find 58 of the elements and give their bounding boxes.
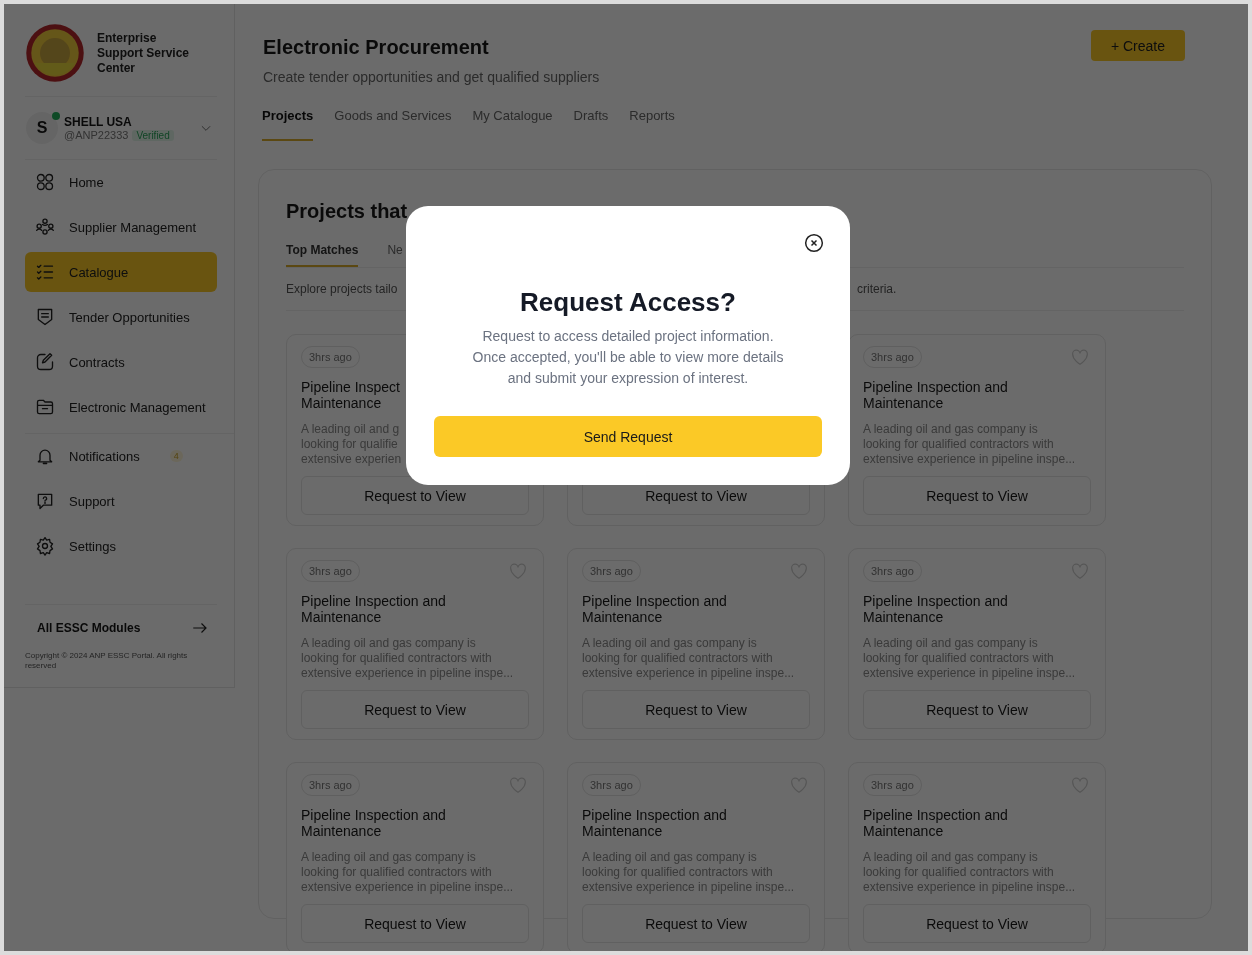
request-button[interactable]: Request to View [301,904,529,943]
card-title: Pipeline Inspection and Maintenance [582,807,728,839]
section-heading: Projects that [286,200,409,224]
intro-text: criteria. [857,282,897,296]
tab[interactable]: Projects [262,108,314,141]
people-icon [35,217,55,237]
send-request-button[interactable]: Send Request [434,416,822,457]
account-name: SHELL USA [64,115,133,129]
page-title: Electronic Procurement [263,36,490,59]
create-button[interactable]: + Create [1090,30,1185,61]
tab[interactable]: Top Matches [286,243,359,267]
card-title: Pipeline Inspection and Maintenance [301,807,447,839]
request-button[interactable]: Request to View [582,904,810,943]
nav-item[interactable]: Electronic Management [25,387,217,427]
request-button[interactable]: Request to View [582,690,810,729]
nav-item[interactable]: Supplier Management [25,207,217,247]
logo-icon [25,23,85,83]
tab[interactable]: Ne [387,243,403,267]
request-button[interactable]: Request to View [863,476,1091,515]
settings-icon [35,536,55,556]
copyright: Copyright © 2024 ANP ESSC Portal. All rights reserved [25,651,189,671]
tab[interactable]: Drafts [573,108,609,141]
close-icon[interactable] [804,233,824,253]
tab[interactable]: Reports [629,108,675,141]
nav-item[interactable]: Tender Opportunities [25,297,217,337]
brand-name: Enterprise Support Service Center [97,30,190,76]
card-title: Pipeline Inspection and Maintenance [863,807,1009,839]
card-title: Pipeline Inspection and Maintenance [301,593,447,625]
nav-item[interactable]: Contracts [25,342,217,382]
tab[interactable]: Goods and Services [334,108,452,141]
request-button[interactable]: Request to View [863,690,1091,729]
avatar: S [26,112,58,144]
modal-message: Request to access detailed project information. Once accepted, you'll be able to view more details and submit your expression of interest. [472,327,784,388]
nav-item[interactable]: Catalogue [25,252,217,292]
help-icon [35,491,55,511]
modules-link[interactable]: All ESSC Modules [25,619,217,637]
checklist-icon [35,262,55,282]
card-title: Pipeline Inspection and Maintenance [863,379,1009,411]
account-handle: @ANP22333 [64,129,129,141]
request-button[interactable]: Request to View [301,690,529,729]
nav-item[interactable]: Settings [25,526,217,566]
page-subtitle: Create tender opportunities and get qualified suppliers [263,69,600,85]
grid-icon [35,172,55,192]
card-title: Pipeline Inspection and Maintenance [863,593,1009,625]
card-title: Pipeline Inspect Maintenance [301,379,401,411]
tab[interactable]: My Catalogue [472,108,553,141]
pen-icon [35,352,55,372]
count-badge: 4 [169,450,183,462]
nav-item[interactable]: Notifications 4 [25,436,217,476]
card-title: Pipeline Inspection and Maintenance [582,593,728,625]
nav-item[interactable]: Home [25,162,217,202]
intro-text: Explore projects tailo [286,282,398,296]
request-button[interactable]: Request to View [863,904,1091,943]
nav-item[interactable]: Support [25,481,217,521]
shield-icon [35,307,55,327]
verified-badge: Verified [132,130,174,141]
folder-icon [35,397,55,417]
modal-title: Request Access? [520,287,736,318]
